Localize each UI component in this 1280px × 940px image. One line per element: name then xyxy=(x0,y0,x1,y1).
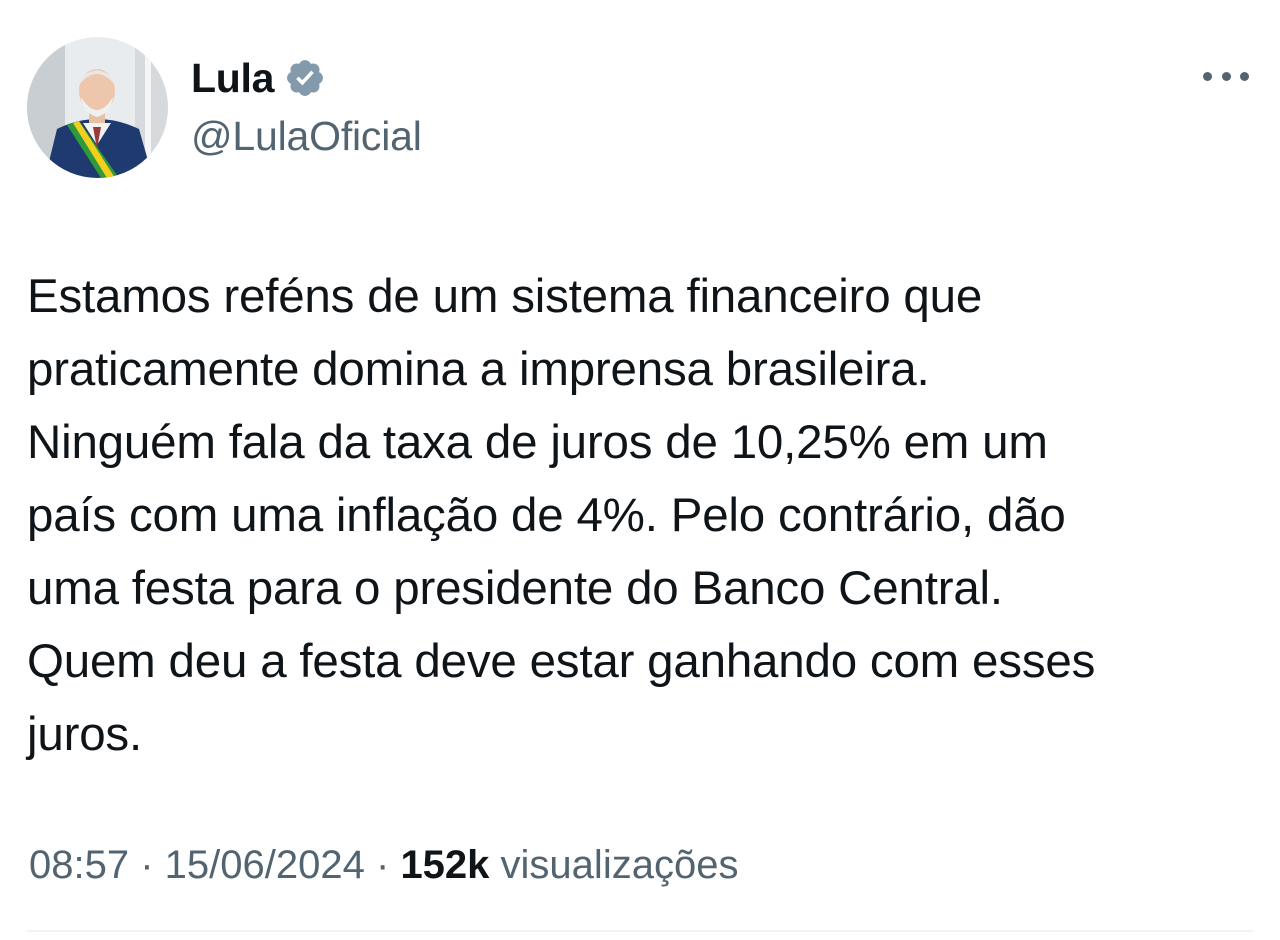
avatar[interactable] xyxy=(27,37,168,178)
views-label: visualizações xyxy=(500,843,739,887)
tweet-text-line: Ninguém fala da taxa de juros de 10,25% … xyxy=(27,416,1048,469)
views-count[interactable]: 152k xyxy=(400,843,489,887)
meta-separator: · xyxy=(376,843,401,887)
tweet-text: Estamos reféns de um sistema financeiro … xyxy=(27,260,1252,771)
tweet-text-line: praticamente domina a imprensa brasileir… xyxy=(27,343,930,396)
profile-photo xyxy=(27,37,168,178)
author-handle[interactable]: @LulaOficial xyxy=(191,113,422,160)
tweet-text-line: Quem deu a festa deve estar ganhando com… xyxy=(27,635,1096,688)
more-options-icon[interactable] xyxy=(1203,66,1249,86)
author-name-row: Lula xyxy=(191,54,326,102)
tweet-time[interactable]: 08:57 xyxy=(29,843,129,887)
tweet-text-line: juros. xyxy=(27,708,142,761)
tweet-card: Lula @LulaOficial Estamos reféns de um s… xyxy=(0,0,1280,940)
display-name[interactable]: Lula xyxy=(191,55,274,102)
verified-badge-icon xyxy=(287,60,324,96)
dot xyxy=(1240,71,1249,81)
meta-separator: · xyxy=(140,843,165,887)
tweet-date[interactable]: 15/06/2024 xyxy=(165,843,365,887)
dot xyxy=(1221,71,1231,81)
dot xyxy=(1203,71,1212,81)
divider xyxy=(27,930,1253,932)
tweet-text-line: Estamos reféns de um sistema financeiro … xyxy=(27,270,983,323)
tweet-meta: 08:57 · 15/06/2024 · 152k visualizações xyxy=(29,843,738,888)
tweet-text-line: país com uma inflação de 4%. Pelo contrá… xyxy=(27,489,1066,542)
tweet-text-line: uma festa para o presidente do Banco Cen… xyxy=(27,562,1003,615)
